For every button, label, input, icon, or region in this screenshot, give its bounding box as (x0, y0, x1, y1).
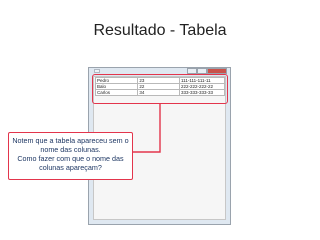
callout-line: colunas apareçam? (39, 163, 102, 172)
callout-text: Notem que a tabela apareceu sem o nome d… (9, 133, 132, 172)
callout-connector (133, 104, 161, 153)
callout-line: Como fazer com que o nome das (17, 154, 124, 163)
callout-line: Notem que a tabela apareceu sem o (12, 136, 129, 145)
callout-line: nome das colunas. (40, 145, 101, 154)
callout-box: Notem que a tabela apareceu sem o nome d… (8, 132, 133, 180)
